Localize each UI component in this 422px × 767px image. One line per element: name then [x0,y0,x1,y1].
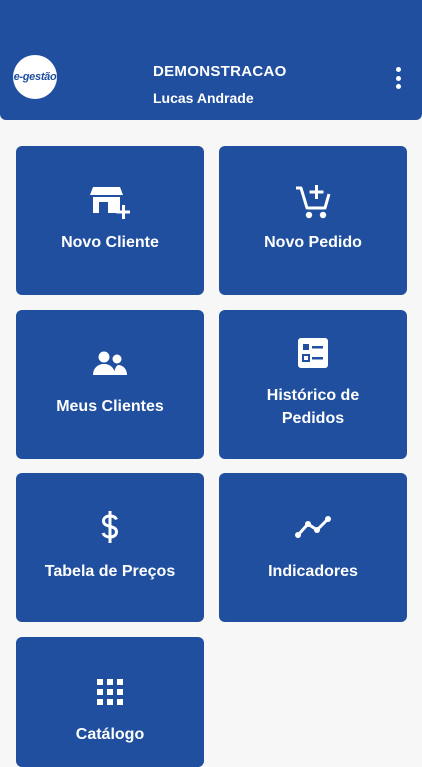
tile-label: Novo Pedido [264,234,362,251]
dollar-icon [101,511,119,543]
tile-label: Indicadores [268,563,358,580]
tile-label: Novo Cliente [61,234,159,251]
cart-add-icon [296,185,331,219]
trend-line-icon [295,516,331,538]
list-box-icon [298,338,328,368]
company-logo: e-gestão [13,55,57,99]
more-vertical-icon[interactable] [388,66,408,90]
logo-text: e-gestão [13,71,57,83]
tile-indicadores[interactable]: Indicadores [219,473,407,622]
tile-meus-clientes[interactable]: Meus Clientes [16,310,204,459]
tile-tabela-precos[interactable]: Tabela de Preços [16,473,204,622]
user-name: Lucas Andrade [153,90,254,106]
tile-novo-cliente[interactable]: Novo Cliente [16,146,204,295]
tile-historico-pedidos[interactable]: Histórico de Pedidos [219,310,407,459]
store-add-icon [90,187,130,219]
app-header: e-gestão DEMONSTRACAO Lucas Andrade [0,0,422,120]
tile-label: Catálogo [75,726,145,743]
tile-label: Meus Clientes [56,398,164,415]
company-name: DEMONSTRACAO [153,63,287,80]
tile-label: Tabela de Preços [44,563,176,580]
tile-label-line2: Pedidos [281,410,345,427]
tile-label-line1: Histórico de [266,387,360,404]
people-icon [93,351,127,375]
tile-novo-pedido[interactable]: Novo Pedido [219,146,407,295]
grid-icon [97,679,123,705]
tile-catalogo[interactable]: Catálogo [16,637,204,767]
